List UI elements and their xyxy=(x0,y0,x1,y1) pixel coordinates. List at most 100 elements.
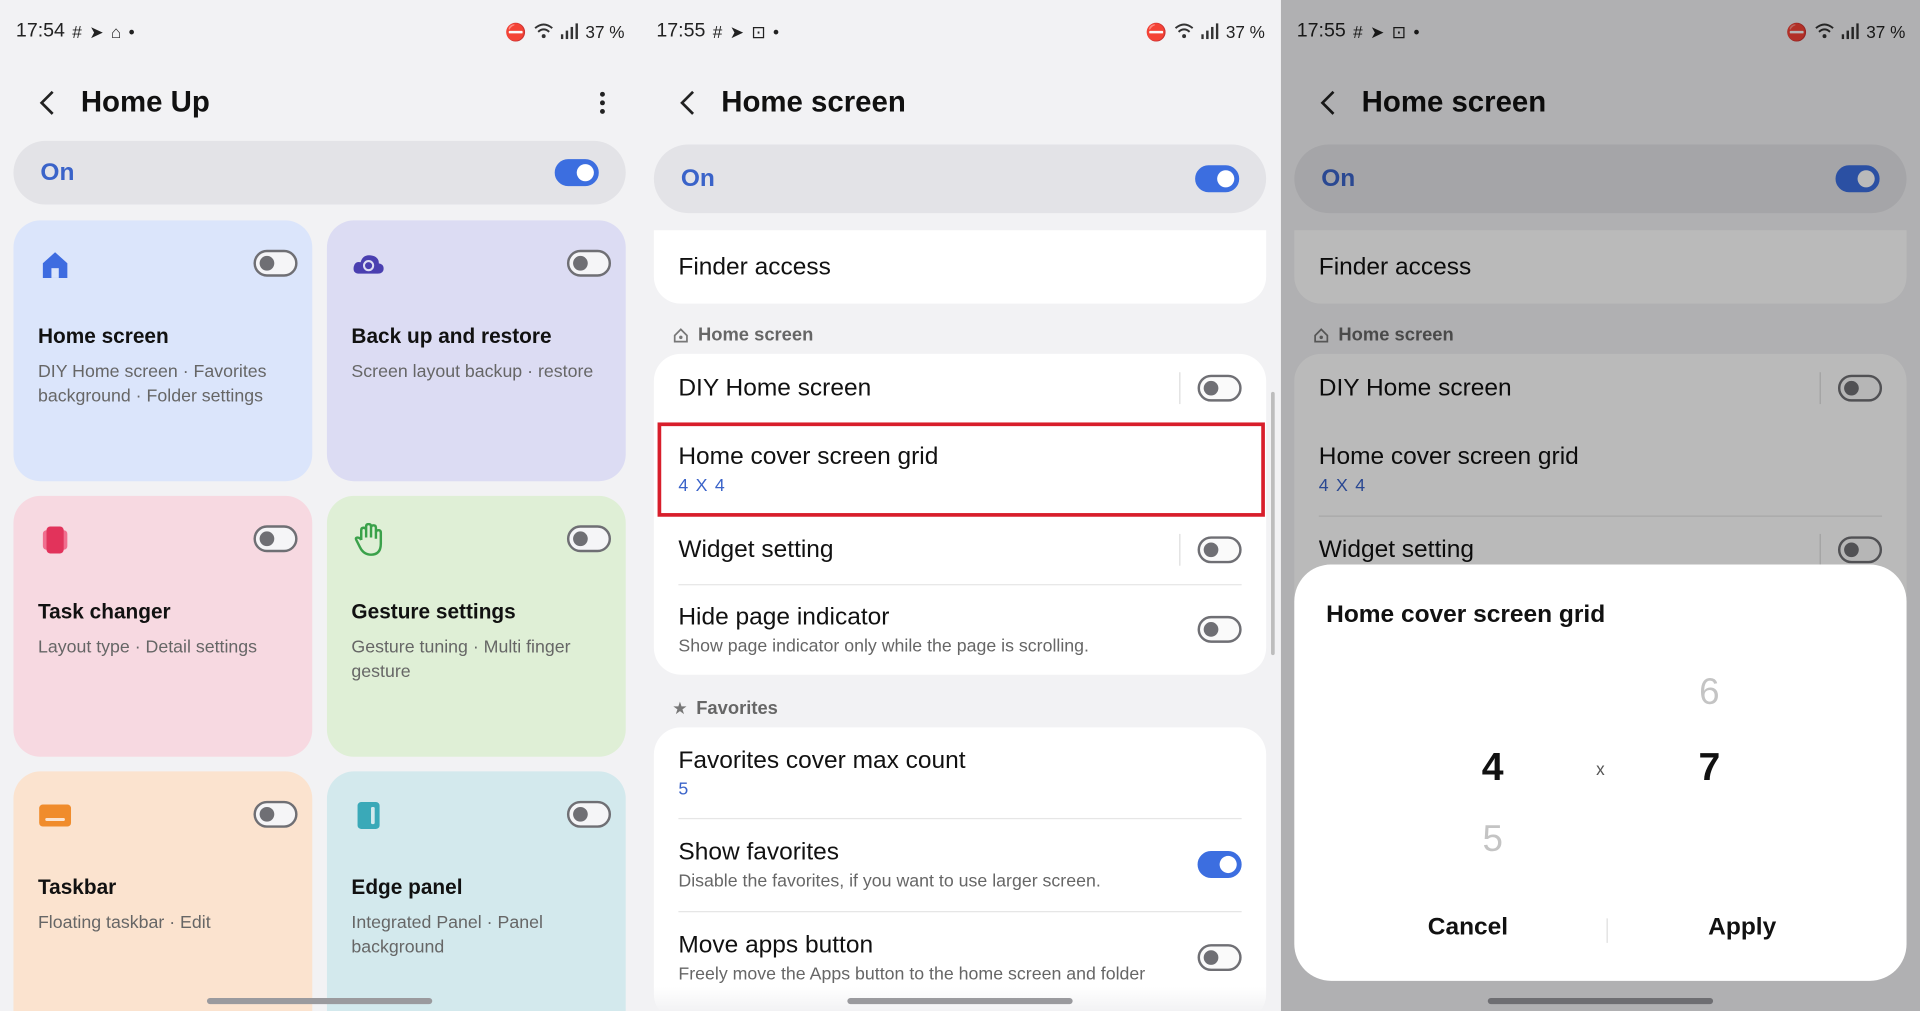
hand-icon xyxy=(351,522,385,557)
taskbar-icon xyxy=(38,798,72,832)
card-task-changer[interactable]: Task changer Layout type · Detail settin… xyxy=(13,495,313,757)
slack-icon: # xyxy=(712,22,723,42)
backup-toggle[interactable] xyxy=(566,249,612,277)
widget-setting-row[interactable]: Widget setting xyxy=(654,516,1266,585)
wifi-icon xyxy=(534,22,554,42)
dnd-icon: ⛔ xyxy=(505,22,527,42)
card-subtitle: Layout type · Detail settings xyxy=(37,637,258,658)
section-title: Home screen xyxy=(697,324,814,346)
gesture-toggle[interactable] xyxy=(566,525,612,553)
diy-home-row[interactable]: DIY Home screen xyxy=(654,354,1266,423)
chevron-left-icon xyxy=(680,90,695,115)
taskbar-toggle[interactable] xyxy=(253,800,298,828)
gesture-handle[interactable] xyxy=(1487,997,1714,1005)
master-switch-label: On xyxy=(40,158,75,186)
gesture-handle[interactable] xyxy=(847,997,1073,1005)
card-title: Gesture settings xyxy=(351,600,516,624)
page-title: Home screen xyxy=(721,85,906,119)
dot-icon: • xyxy=(128,22,135,42)
show-fav-toggle[interactable] xyxy=(1197,851,1242,878)
back-button[interactable] xyxy=(24,81,68,125)
diy-home-toggle[interactable] xyxy=(1197,374,1242,402)
card-subtitle: DIY Home screen · Favorites background ·… xyxy=(37,362,267,407)
home-outline-icon xyxy=(673,327,688,342)
show-favorites-row[interactable]: Show favorites Disable the favorites, if… xyxy=(654,818,1266,911)
slack-icon: # xyxy=(72,22,82,42)
card-title: Edge panel xyxy=(351,875,463,899)
app-bar: Home Up xyxy=(24,78,614,127)
task-changer-toggle[interactable] xyxy=(253,525,298,553)
home-up-screen: 17:54 # ➤ ⌂ • ⛔ 37 % Home Up On Home scr… xyxy=(0,0,640,1011)
master-switch[interactable]: On xyxy=(13,140,626,205)
grid-picker-screen: 17:55 # ➤ ⊡ • ⛔ 37 % Home screen On Find… xyxy=(1280,0,1920,1011)
card-title: Taskbar xyxy=(37,875,117,899)
finder-group: Finder access xyxy=(653,230,1267,304)
star-icon: ★ xyxy=(672,697,688,718)
widget-label: Widget setting xyxy=(678,535,834,563)
card-gesture-settings[interactable]: Gesture settings Gesture tuning · Multi … xyxy=(326,495,626,757)
dnd-icon: ⛔ xyxy=(1145,22,1168,42)
favorites-group: Favorites cover max count 5 Show favorit… xyxy=(653,727,1267,1011)
master-switch-label: On xyxy=(680,164,715,192)
card-subtitle: Screen layout backup · restore xyxy=(351,362,594,383)
column-picker-value[interactable]: 4 xyxy=(1456,744,1529,789)
home-screen-toggle[interactable] xyxy=(253,249,298,277)
app-bar: Home screen xyxy=(665,78,1255,127)
section-title: Favorites xyxy=(696,697,778,719)
home-icon xyxy=(38,247,72,281)
back-button[interactable] xyxy=(665,81,709,125)
telegram-icon: ➤ xyxy=(89,22,104,42)
show-fav-label: Show favorites xyxy=(678,838,839,866)
highlight-box xyxy=(657,422,1265,517)
row-picker-prev[interactable]: 6 xyxy=(1673,672,1746,714)
widget-toggle[interactable] xyxy=(1197,536,1242,564)
hide-indicator-desc: Show page indicator only while the page … xyxy=(678,636,1089,656)
card-home-screen[interactable]: Home screen DIY Home screen · Favorites … xyxy=(13,220,313,482)
status-bar: 17:55 # ➤ ⊡ • ⛔ 37 % xyxy=(656,17,1265,46)
task-changer-icon xyxy=(38,523,72,557)
move-apps-toggle[interactable] xyxy=(1197,944,1242,972)
cancel-button[interactable]: Cancel xyxy=(1428,913,1508,941)
edge-panel-toggle[interactable] xyxy=(566,800,612,828)
grid-picker-dialog: Home cover screen grid 4 5 x 6 7 Cancel … xyxy=(1294,564,1907,981)
gesture-handle[interactable] xyxy=(206,997,433,1005)
card-title: Home screen xyxy=(37,324,169,348)
signal-icon xyxy=(560,22,579,41)
favorites-max-row[interactable]: Favorites cover max count 5 xyxy=(654,727,1266,818)
status-time: 17:54 xyxy=(15,20,65,42)
finder-access-label: Finder access xyxy=(678,252,831,280)
wifi-icon xyxy=(1174,22,1194,42)
card-subtitle: Floating taskbar · Edit xyxy=(37,913,211,934)
column-picker-next[interactable]: 5 xyxy=(1456,819,1529,861)
more-options-button[interactable] xyxy=(590,91,614,114)
diy-home-label: DIY Home screen xyxy=(678,374,872,402)
master-toggle[interactable] xyxy=(1195,165,1240,193)
page-title: Home Up xyxy=(80,85,210,119)
card-subtitle: Gesture tuning · Multi finger gesture xyxy=(351,637,571,683)
scrollbar[interactable] xyxy=(1271,391,1275,656)
master-toggle[interactable] xyxy=(554,159,599,187)
home-notify-icon: ⌂ xyxy=(110,22,122,42)
dot-icon: • xyxy=(773,22,780,42)
card-title: Task changer xyxy=(37,600,171,624)
show-fav-desc: Disable the favorites, if you want to us… xyxy=(678,871,1101,891)
card-taskbar[interactable]: Taskbar Floating taskbar · Edit xyxy=(13,771,313,1011)
battery-level: 37 % xyxy=(585,22,625,42)
apply-button[interactable]: Apply xyxy=(1708,913,1776,941)
card-title: Back up and restore xyxy=(351,324,552,348)
edge-panel-icon xyxy=(351,798,385,832)
card-edge-panel[interactable]: Edge panel Integrated Panel · Panel back… xyxy=(326,771,626,1011)
hide-indicator-toggle[interactable] xyxy=(1197,615,1242,643)
screenshot-icon: ⊡ xyxy=(751,22,766,42)
move-apps-label: Move apps button xyxy=(678,931,874,959)
master-switch[interactable]: On xyxy=(653,144,1267,214)
hide-page-indicator-row[interactable]: Hide page indicator Show page indicator … xyxy=(654,584,1266,675)
section-favorites: ★ Favorites xyxy=(672,698,778,719)
times-sign: x xyxy=(1596,759,1605,779)
section-home-screen: Home screen xyxy=(672,324,813,345)
card-backup-restore[interactable]: Back up and restore Screen layout backup… xyxy=(326,220,626,482)
finder-access-row[interactable]: Finder access xyxy=(654,230,1266,303)
row-picker-value[interactable]: 7 xyxy=(1673,744,1746,789)
dialog-title: Home cover screen grid xyxy=(1326,601,1606,629)
move-apps-desc: Freely move the Apps button to the home … xyxy=(678,964,1146,984)
